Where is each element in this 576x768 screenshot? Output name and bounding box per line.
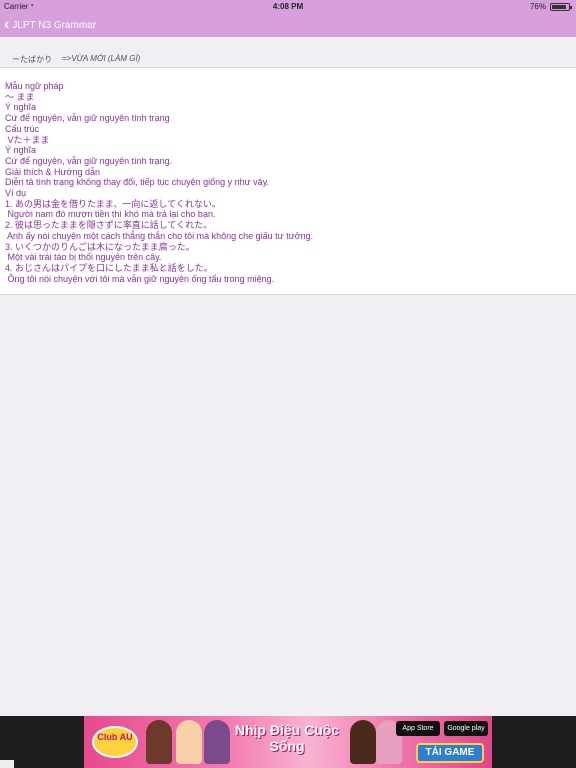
content-line: 4. おじさんはパイプを口にしたまま私と話をした。 bbox=[5, 262, 213, 273]
ad-banner[interactable]: Club AU Nhịp Điệu Cuộc Sống App Store Go… bbox=[84, 716, 492, 768]
ad-character bbox=[350, 720, 376, 764]
back-button[interactable]: ‹ JLPT N3 Grammar bbox=[4, 15, 96, 35]
content-line: Ý nghĩa bbox=[5, 145, 37, 156]
chevron-left-icon: ‹ bbox=[4, 16, 10, 33]
ad-bar: Club AU Nhịp Điệu Cuộc Sống App Store Go… bbox=[0, 716, 576, 768]
ad-choices-icon[interactable] bbox=[0, 760, 14, 768]
ad-slogan: Nhịp Điệu Cuộc Sống bbox=[234, 722, 340, 754]
content-line: Cấu trúc bbox=[5, 123, 40, 134]
status-bar: Carrier ◔ 4:08 PM 76% bbox=[0, 0, 576, 13]
content-line: 3. いくつかのりんごは木になったまま腐った。 bbox=[5, 241, 195, 252]
content-line: Diễn tả tình trạng không thay đổi, tiếp … bbox=[5, 177, 270, 188]
content-line: Giải thích & Hướng dẫn bbox=[5, 166, 100, 177]
google-play-badge[interactable]: Google play bbox=[444, 721, 488, 736]
grammar-content: Mẫu ngữ pháp ～ まま Ý nghĩa Cứ để nguyên, vẫn… bbox=[0, 68, 576, 295]
ad-character bbox=[204, 720, 230, 764]
battery-percent: 76% bbox=[529, 2, 546, 11]
content-line: Vた＋まま bbox=[5, 134, 50, 145]
grammar-meaning: =>VỪA MỚI (LÀM GÌ) bbox=[62, 54, 141, 63]
content-line: Mẫu ngữ pháp bbox=[5, 81, 64, 91]
ad-character bbox=[146, 720, 172, 764]
content-line: Anh ấy nói chuyện một cách thẳng thắn ch… bbox=[5, 230, 314, 241]
navigation-bar: ‹ JLPT N3 Grammar bbox=[0, 13, 576, 37]
download-game-button[interactable]: TẢI GAME bbox=[416, 743, 484, 763]
content-line: 2. 彼は思ったままを隠さずに率直に話してくれた。 bbox=[5, 220, 213, 231]
content-line: Người nam đó mượn tiền thì khó mà trả lạ… bbox=[5, 209, 216, 220]
content-line: Cứ để nguyên, vẫn giữ nguyên tình trạng bbox=[5, 113, 170, 124]
content-line: ～ まま bbox=[5, 91, 35, 102]
content-line: Ý nghĩa bbox=[5, 102, 37, 113]
content-line: Ví dụ bbox=[5, 188, 27, 199]
content-line: 1. あの男は金を借りたまま、一向に返してくれない。 bbox=[5, 198, 221, 209]
content-line: Một vài trái táo bị thối nguyên trên cây… bbox=[5, 252, 162, 263]
content-line: Cứ để nguyên, vẫn giữ nguyên tình trạng. bbox=[5, 155, 173, 166]
ad-character bbox=[176, 720, 202, 764]
content-line: Ông tôi nói chuyện với tôi mà vẫn giữ ng… bbox=[5, 273, 275, 284]
grammar-pattern: ーたばかり bbox=[12, 55, 53, 64]
battery-icon bbox=[550, 3, 572, 11]
battery-level bbox=[552, 5, 566, 9]
back-button-label: JLPT N3 Grammar bbox=[12, 19, 97, 31]
status-time: 4:08 PM bbox=[272, 2, 304, 11]
grammar-section-header: ーたばかり =>VỪA MỚI (LÀM GÌ) bbox=[0, 37, 576, 68]
app-store-badge[interactable]: App Store bbox=[396, 721, 440, 736]
ad-logo: Club AU bbox=[92, 726, 138, 758]
